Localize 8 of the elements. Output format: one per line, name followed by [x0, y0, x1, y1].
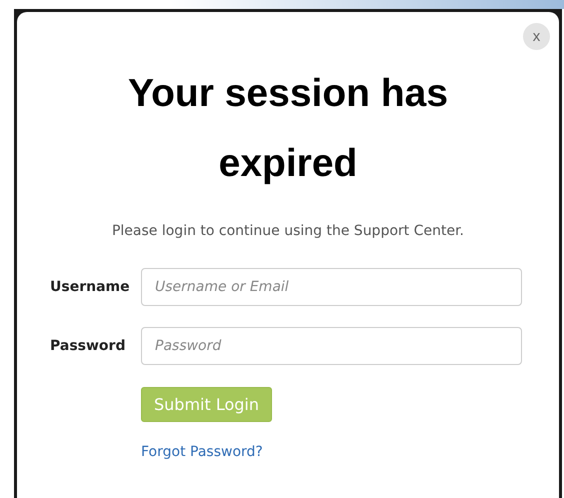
dialog-message: Please login to continue using the Support Center. [112, 222, 464, 241]
dialog-title: Your session has expired [126, 71, 450, 187]
close-button[interactable]: x [523, 23, 550, 50]
input-field[interactable]: Password [141, 327, 522, 365]
field-label: Username [50, 278, 131, 296]
field-label: Password [50, 336, 126, 356]
input-field[interactable]: Username or Email [141, 268, 522, 306]
forgot-password-link[interactable]: Forgot Password? [141, 442, 263, 463]
